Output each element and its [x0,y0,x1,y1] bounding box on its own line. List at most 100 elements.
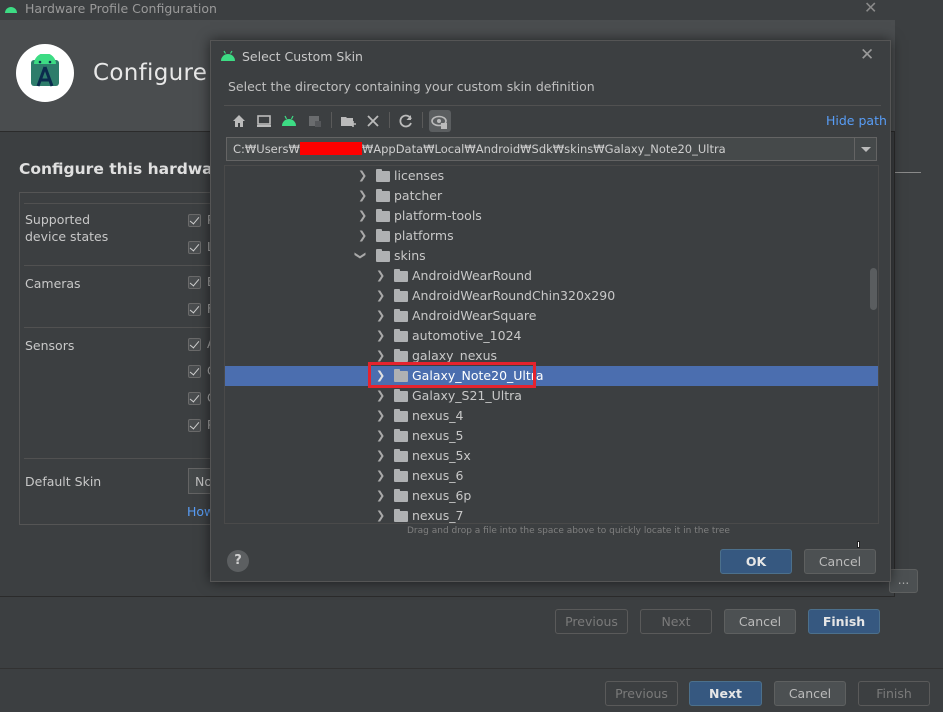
tree-row[interactable]: ❯ skins [225,246,878,266]
chevron-right-icon[interactable]: ❯ [376,489,385,502]
hw-previous-button[interactable]: Previous [555,609,628,634]
chevron-right-icon[interactable]: ❯ [376,389,385,402]
cameras-label: Cameras [25,276,81,291]
chevron-right-icon[interactable]: ❯ [358,229,367,242]
tree-row-label: platforms [394,228,454,243]
chevron-right-icon[interactable]: ❯ [376,509,385,522]
tree-row[interactable]: ❯ galaxy_nexus [225,346,878,366]
sensor-checkbox-3[interactable] [188,392,201,405]
tree-row[interactable]: ❯ automotive_1024 [225,326,878,346]
chevron-right-icon[interactable]: ❯ [376,269,385,282]
tree-row-label: nexus_5 [412,428,464,443]
cancel-button[interactable]: Cancel [804,549,876,574]
hw-titlebar: Hardware Profile Configuration ✕ [0,0,895,20]
browse-skin-button[interactable]: ... [889,569,918,593]
tree-row[interactable]: ❯ AndroidWearSquare [225,306,878,326]
toolbar-divider [389,112,390,128]
path-input[interactable]: C:₩Users₩ ₩AppData₩Local₩Android₩Sdk₩skin… [226,137,877,161]
sensor-checkbox-2[interactable] [188,365,201,378]
tree-row-label: skins [394,248,426,263]
android-icon [221,50,235,61]
tree-row[interactable]: ❯ platform-tools [225,206,878,226]
tree-hint: Drag and drop a file into the space abov… [407,526,730,536]
hide-path-link[interactable]: Hide path [826,113,887,128]
tree-row[interactable]: ❯ nexus_5 [225,426,878,446]
sensor-checkbox-4[interactable] [188,419,201,432]
tree-row[interactable]: ❯ licenses [225,166,878,186]
tree-row[interactable]: ❯ patcher [225,186,878,206]
show-hidden-icon[interactable] [429,110,451,132]
module-icon[interactable] [306,112,324,130]
hw-finish-button[interactable]: Finish [808,609,880,634]
chevron-right-icon[interactable]: ❯ [376,349,385,362]
chevron-right-icon[interactable]: ❯ [376,309,385,322]
camera-checkbox-2[interactable] [188,303,201,316]
tree-row[interactable]: ❯ AndroidWearRoundChin320x290 [225,286,878,306]
tree-row-selected[interactable]: ❯ Galaxy_Note20_Ultra [225,366,878,386]
home-icon[interactable] [230,112,248,130]
chevron-right-icon[interactable]: ❯ [376,409,385,422]
sensor-checkbox-1[interactable] [188,338,201,351]
folder-icon [394,329,408,342]
chevron-right-icon[interactable]: ❯ [358,189,367,202]
tree-row[interactable]: ❯ nexus_6 [225,466,878,486]
divider [24,458,214,459]
refresh-icon[interactable] [397,112,415,130]
divider [24,327,214,328]
wizard-next-button[interactable]: Next [689,681,762,706]
mouse-cursor [857,541,860,548]
tree-row-label: nexus_6 [412,468,464,483]
redacted-username [299,142,362,155]
tree-row[interactable]: ❯ platforms [225,226,878,246]
page-title: Configure l [93,60,221,86]
desktop-icon[interactable] [255,112,273,130]
hw-next-button[interactable]: Next [640,609,712,634]
chevron-right-icon[interactable]: ❯ [376,329,385,342]
wizard-finish-button[interactable]: Finish [858,681,930,706]
wizard-cancel-button[interactable]: Cancel [774,681,846,706]
chevron-right-icon[interactable]: ❯ [376,469,385,482]
state-checkbox-2[interactable] [188,241,201,254]
state-checkbox-1[interactable] [188,214,201,227]
close-icon[interactable]: ✕ [860,45,874,65]
hw-close-button[interactable]: ✕ [864,0,877,17]
help-button[interactable]: ? [227,550,249,572]
chevron-down-icon[interactable]: ❯ [354,251,367,260]
tree-row-label: AndroidWearRound [412,268,532,283]
tree-row[interactable]: ❯ nexus_6p [225,486,878,506]
android-studio-icon [31,54,59,87]
folder-icon [394,489,408,502]
tree-row[interactable]: ❯ nexus_4 [225,406,878,426]
directory-tree[interactable]: ❯ licenses ❯ patcher ❯ platform-tools ❯ … [224,165,879,524]
hw-dialog-title: Hardware Profile Configuration [25,1,217,16]
folder-icon [376,189,390,202]
tree-row[interactable]: ❯ AndroidWearRound [225,266,878,286]
tree-row-label: licenses [394,168,445,183]
divider [24,203,214,204]
chevron-right-icon[interactable]: ❯ [376,449,385,462]
chevron-down-icon[interactable] [854,138,876,160]
chevron-right-icon[interactable]: ❯ [376,289,385,302]
tree-row-label: automotive_1024 [412,328,522,343]
folder-icon [376,169,390,182]
chevron-right-icon[interactable]: ❯ [358,209,367,222]
tree-row-label: nexus_5x [412,448,471,463]
folder-icon [394,269,408,282]
chevron-right-icon[interactable]: ❯ [358,169,367,182]
android-icon[interactable] [280,112,298,130]
tree-row[interactable]: ❯ Galaxy_S21_Ultra [225,386,878,406]
wizard-previous-button[interactable]: Previous [605,681,678,706]
tree-row-label: galaxy_nexus [412,348,497,363]
tree-row[interactable]: ❯ nexus_7 [225,506,878,523]
wizard-footer: Previous Next Cancel Finish [0,668,943,712]
tree-row[interactable]: ❯ nexus_5x [225,446,878,466]
delete-icon[interactable] [364,112,382,130]
chevron-right-icon[interactable]: ❯ [376,429,385,442]
camera-checkbox-1[interactable] [188,276,201,289]
hw-cancel-button[interactable]: Cancel [724,609,796,634]
new-folder-icon[interactable] [339,112,357,130]
folder-icon [376,249,390,262]
ok-button[interactable]: OK [720,549,792,574]
folder-icon [394,409,408,422]
tree-scrollbar[interactable] [870,268,877,310]
